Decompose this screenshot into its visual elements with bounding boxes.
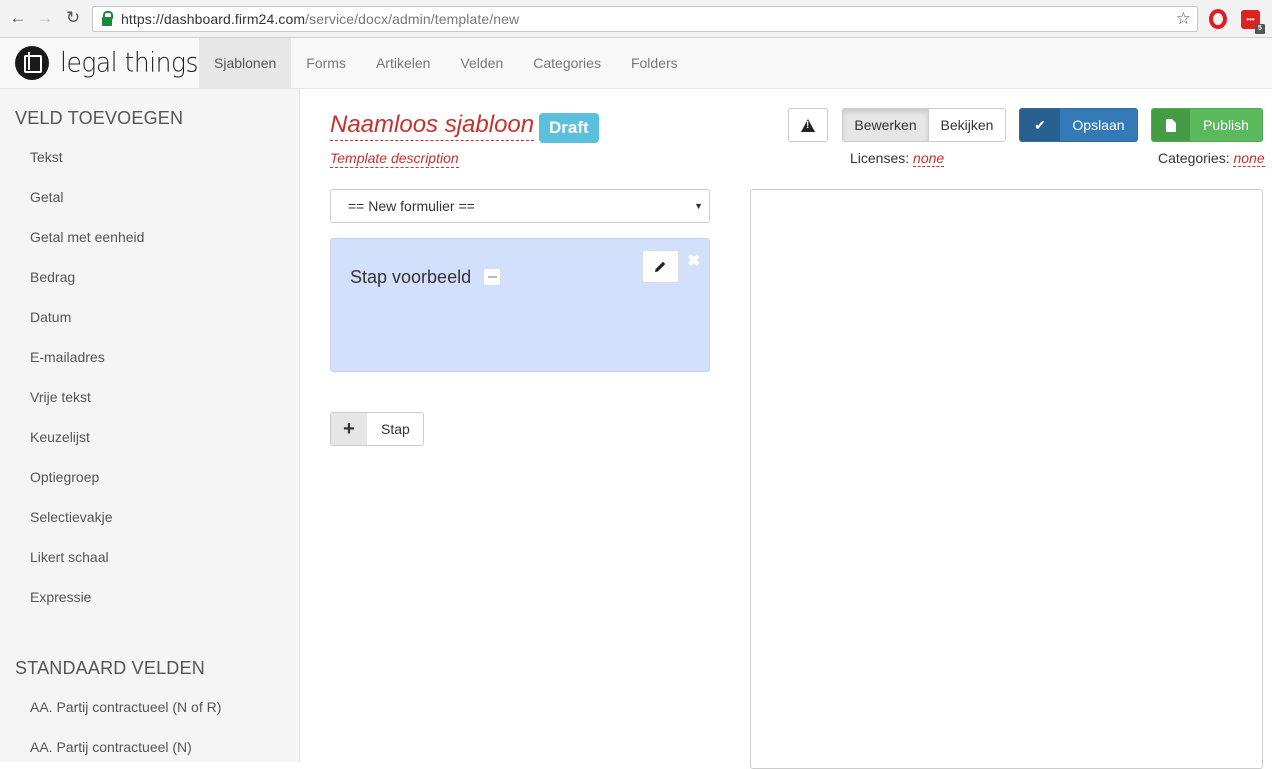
- nav-tabs: Sjablonen Forms Artikelen Velden Categor…: [199, 38, 693, 88]
- tab-folders[interactable]: Folders: [616, 38, 693, 88]
- file-icon: [1152, 109, 1190, 141]
- warning-icon: [801, 118, 815, 132]
- url-text: https://dashboard.firm24.com/service/doc…: [121, 11, 519, 27]
- sidebar-item-keuzelijst[interactable]: Keuzelijst: [30, 429, 90, 445]
- licenses-label: Licenses:: [850, 150, 910, 166]
- sidebar-item-e-mailadres[interactable]: E-mailadres: [30, 349, 105, 365]
- status-badge: Draft: [539, 113, 599, 143]
- app-navbar: legal things Sjablonen Forms Artikelen V…: [0, 38, 1272, 89]
- bookmark-star-icon[interactable]: ☆: [1176, 9, 1191, 29]
- template-title[interactable]: Naamloos sjabloon: [330, 111, 535, 141]
- logo-text[interactable]: legal things: [60, 47, 199, 77]
- collapse-icon[interactable]: [484, 269, 500, 285]
- view-mode-button[interactable]: Bekijken: [928, 108, 1006, 142]
- url-host: https://dashboard.firm24.com: [121, 11, 306, 27]
- edit-step-button[interactable]: [642, 250, 679, 283]
- sidebar-item-expressie[interactable]: Expressie: [30, 589, 91, 605]
- step-card[interactable]: Stap voorbeeld ✖: [330, 238, 710, 372]
- sidebar-item-tekst[interactable]: Tekst: [30, 149, 63, 165]
- browser-toolbar: ← → ↻ https://dashboard.firm24.com/servi…: [0, 0, 1272, 38]
- sidebar: VELD TOEVOEGEN Tekst Getal Getal met een…: [0, 89, 300, 762]
- categories-label: Categories:: [1158, 150, 1230, 166]
- sidebar-item-standard-n[interactable]: AA. Partij contractueel (N): [30, 739, 192, 755]
- forward-arrow-icon[interactable]: →: [35, 8, 55, 28]
- standard-fields-heading: STANDAARD VELDEN: [15, 658, 205, 678]
- tab-velden[interactable]: Velden: [445, 38, 518, 88]
- tab-artikelen[interactable]: Artikelen: [361, 38, 445, 88]
- save-button[interactable]: ✔ Opslaan: [1019, 108, 1138, 142]
- sidebar-item-selectievakje[interactable]: Selectievakje: [30, 509, 113, 525]
- tab-sjablonen[interactable]: Sjablonen: [199, 38, 292, 88]
- categories-meta: Categories: none: [1158, 150, 1265, 167]
- licenses-meta: Licenses: none: [850, 150, 945, 167]
- warning-button[interactable]: [788, 108, 828, 142]
- sidebar-item-getal[interactable]: Getal: [30, 189, 63, 205]
- lock-icon: [102, 10, 113, 26]
- logo-icon[interactable]: [15, 46, 49, 80]
- url-path: /service/docx/admin/template/new: [305, 11, 520, 27]
- reload-icon[interactable]: ↻: [63, 8, 83, 28]
- step-title: Stap voorbeeld: [350, 267, 472, 287]
- tab-categories[interactable]: Categories: [518, 38, 616, 88]
- licenses-value[interactable]: none: [913, 150, 945, 167]
- form-select[interactable]: == New formulier == ▼: [330, 189, 710, 223]
- caret-down-icon: ▼: [694, 201, 703, 211]
- opera-extension-icon[interactable]: [1209, 9, 1227, 29]
- save-label: Opslaan: [1072, 117, 1125, 133]
- extension-icon[interactable]: ••• 5: [1241, 10, 1265, 34]
- extension-badge: 5: [1255, 24, 1265, 34]
- tab-forms[interactable]: Forms: [291, 38, 361, 88]
- back-arrow-icon[interactable]: ←: [8, 8, 28, 28]
- publish-button[interactable]: Publish: [1151, 108, 1263, 142]
- sidebar-item-datum[interactable]: Datum: [30, 309, 71, 325]
- pencil-icon: [655, 261, 666, 272]
- sidebar-item-likert-schaal[interactable]: Likert schaal: [30, 549, 109, 565]
- add-step-button[interactable]: + Stap: [330, 412, 424, 446]
- add-step-label: Stap: [367, 413, 423, 445]
- plus-icon: +: [331, 413, 367, 445]
- sidebar-item-optiegroep[interactable]: Optiegroep: [30, 469, 99, 485]
- sidebar-item-bedrag[interactable]: Bedrag: [30, 269, 75, 285]
- categories-value[interactable]: none: [1233, 150, 1265, 167]
- template-description[interactable]: Template description: [330, 150, 459, 168]
- edit-mode-button[interactable]: Bewerken: [842, 108, 929, 142]
- add-field-heading: VELD TOEVOEGEN: [15, 108, 184, 128]
- address-bar[interactable]: https://dashboard.firm24.com/service/doc…: [92, 6, 1198, 32]
- close-icon[interactable]: ✖: [687, 251, 700, 271]
- sidebar-item-vrije-tekst[interactable]: Vrije tekst: [30, 389, 91, 405]
- form-select-value: == New formulier ==: [348, 198, 475, 214]
- document-preview: [750, 189, 1263, 769]
- sidebar-item-standard-nr[interactable]: AA. Partij contractueel (N of R): [30, 699, 221, 715]
- check-icon: ✔: [1020, 109, 1060, 141]
- publish-label: Publish: [1203, 117, 1249, 133]
- sidebar-item-getal-met-eenheid[interactable]: Getal met eenheid: [30, 229, 144, 245]
